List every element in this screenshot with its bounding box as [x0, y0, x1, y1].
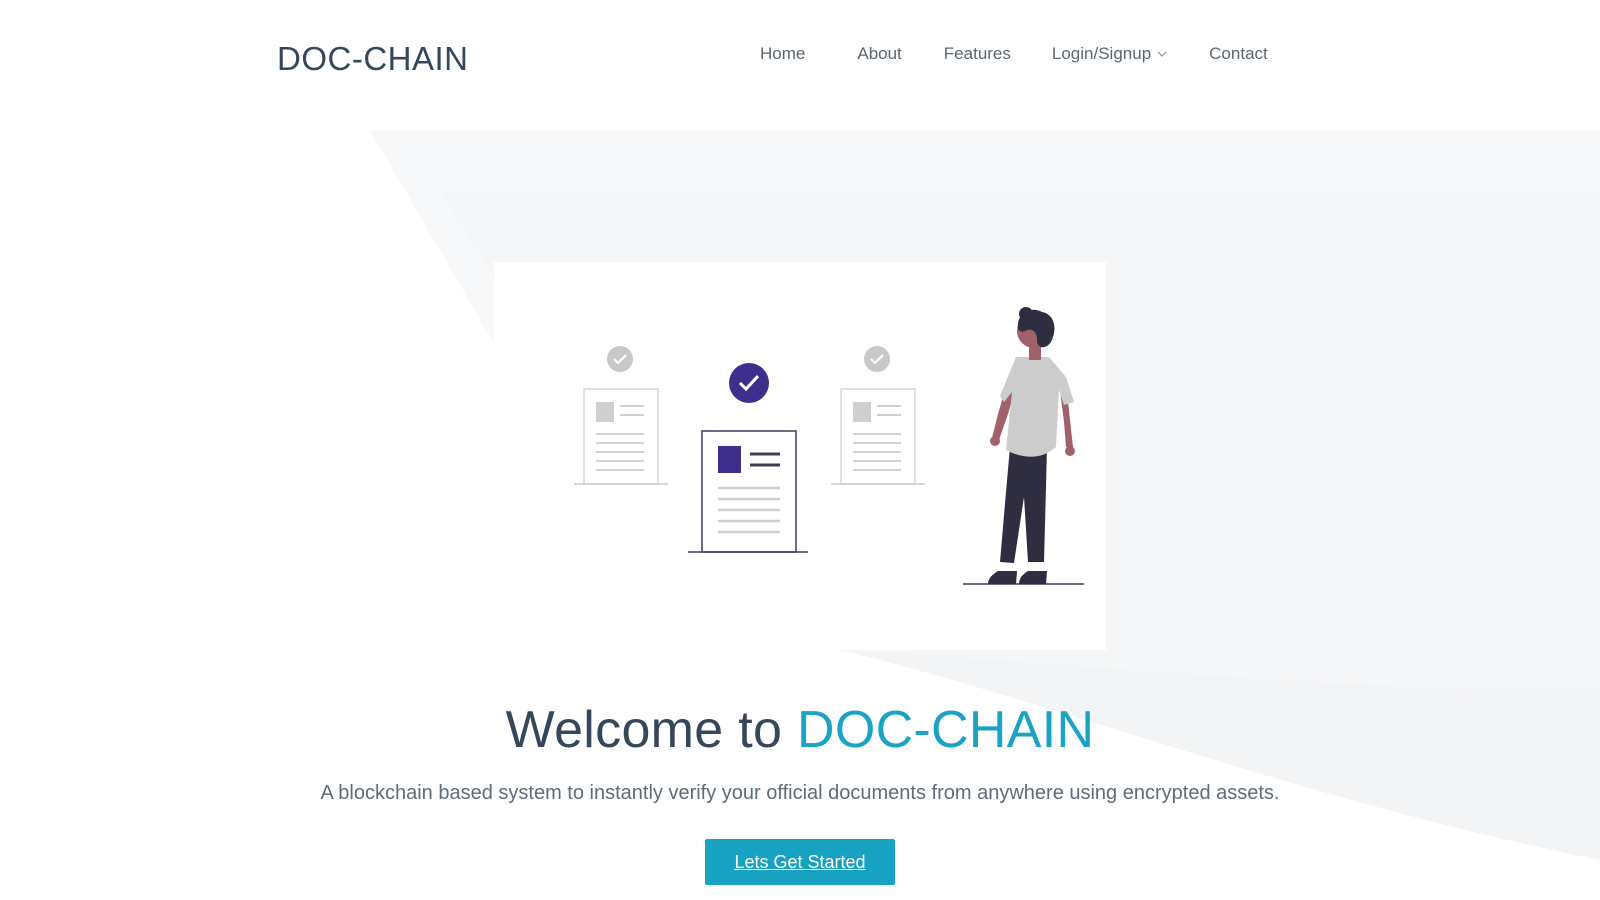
check-circle-icon [607, 346, 633, 372]
check-circle-icon [729, 363, 769, 403]
main-nav: Home About Features Login/Signup Contact [760, 44, 1268, 64]
nav-login-signup[interactable]: Login/Signup [1052, 44, 1167, 64]
nav-contact[interactable]: Contact [1209, 44, 1268, 64]
check-circle-icon [864, 346, 890, 372]
nav-home[interactable]: Home [760, 44, 805, 64]
welcome-prefix: Welcome to [505, 701, 797, 759]
nav-features[interactable]: Features [944, 44, 1011, 64]
document-right [831, 346, 925, 485]
hero-illustration [494, 262, 1106, 650]
tagline: A blockchain based system to instantly v… [320, 782, 1280, 804]
welcome-brand: DOC-CHAIN [796, 701, 1095, 759]
document-center [688, 363, 808, 553]
person-figure [963, 307, 1084, 585]
documents-verification-illustration [574, 307, 1084, 585]
site-logo[interactable]: DOC-CHAIN [277, 40, 469, 78]
document-left [574, 346, 668, 485]
page-title: Welcome to DOC-CHAIN [0, 700, 1600, 760]
nav-about[interactable]: About [857, 44, 901, 64]
chevron-down-icon [1157, 51, 1167, 57]
site-header: DOC-CHAIN Home About Features Login/Sign… [0, 0, 1600, 120]
page: DOC-CHAIN Home About Features Login/Sign… [0, 0, 1600, 900]
nav-login-signup-label: Login/Signup [1051, 44, 1152, 63]
get-started-button[interactable]: Lets Get Started [705, 839, 895, 885]
